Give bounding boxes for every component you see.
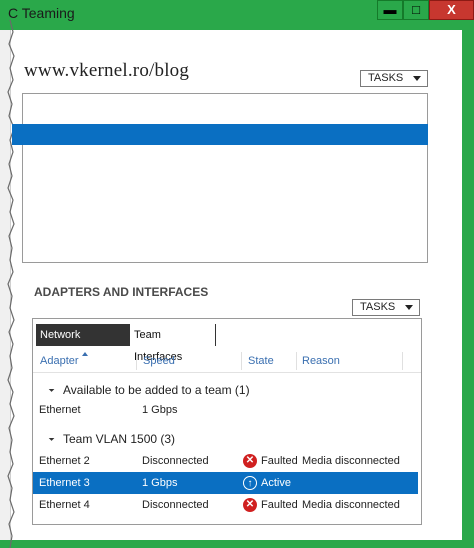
column-header-speed[interactable]: Speed [143, 355, 175, 367]
adapter-name: Ethernet [39, 404, 81, 416]
adapter-state: Faulted [261, 455, 298, 467]
table-row-selected[interactable]: Ethernet 3 1 Gbps ↑ Active [33, 472, 418, 494]
group-header-available[interactable]: Available to be added to a team (1) [63, 383, 250, 397]
minimize-button[interactable]: ▬ [377, 0, 403, 20]
adapter-speed: 1 Gbps [142, 404, 178, 416]
tasks-label: TASKS [368, 72, 404, 84]
window-title: C Teaming [8, 5, 75, 21]
window-bottom-border [0, 540, 474, 548]
adapter-name: Ethernet 2 [39, 455, 90, 467]
column-divider[interactable] [241, 352, 242, 370]
adapter-state: Faulted [261, 499, 298, 511]
column-divider[interactable] [402, 352, 403, 370]
chevron-down-icon [413, 76, 421, 81]
chevron-down-icon [405, 305, 413, 310]
adapter-reason: Media disconnected [302, 455, 400, 467]
adapter-speed: Disconnected [142, 455, 209, 467]
column-header-adapter[interactable]: Adapter [40, 355, 79, 367]
column-divider[interactable] [136, 352, 137, 370]
window-right-border [462, 30, 474, 548]
column-divider[interactable] [296, 352, 297, 370]
active-icon: ↑ [243, 476, 257, 490]
adapter-speed: 1 Gbps [142, 477, 178, 489]
adapter-state: Active [261, 477, 291, 489]
column-header-reason[interactable]: Reason [302, 355, 340, 367]
tasks-dropdown-top[interactable]: TASKS [360, 70, 428, 87]
section-title: ADAPTERS AND INTERFACES [34, 285, 209, 299]
faulted-icon: ✕ [243, 454, 257, 468]
column-header-row [33, 350, 421, 373]
maximize-button[interactable]: □ [403, 0, 429, 20]
adapter-reason: Media disconnected [302, 499, 400, 511]
watermark-text: www.vkernel.ro/blog [24, 60, 190, 81]
adapter-name: Ethernet 4 [39, 499, 90, 511]
column-header-state[interactable]: State [248, 355, 274, 367]
adapter-name: Ethernet 3 [39, 477, 90, 489]
teams-list-panel[interactable] [22, 93, 428, 263]
torn-edge-decoration [7, 20, 15, 548]
table-row[interactable]: Ethernet 1 Gbps [33, 399, 418, 421]
tab-network-adapters[interactable]: Network Adapters [36, 324, 130, 363]
table-row[interactable]: Ethernet 4 Disconnected ✕ Faulted Media … [33, 494, 418, 516]
faulted-icon: ✕ [243, 498, 257, 512]
selected-team-row[interactable] [12, 124, 428, 145]
tasks-label: TASKS [360, 301, 396, 313]
close-button[interactable]: X [429, 0, 474, 20]
tab-team-interfaces[interactable]: Team Interfaces [130, 324, 216, 363]
tasks-dropdown-adapters[interactable]: TASKS [352, 299, 420, 316]
sort-ascending-icon [82, 352, 88, 356]
group-header-team[interactable]: Team VLAN 1500 (3) [63, 432, 175, 446]
table-row[interactable]: Ethernet 2 Disconnected ✕ Faulted Media … [33, 450, 418, 472]
adapter-speed: Disconnected [142, 499, 209, 511]
